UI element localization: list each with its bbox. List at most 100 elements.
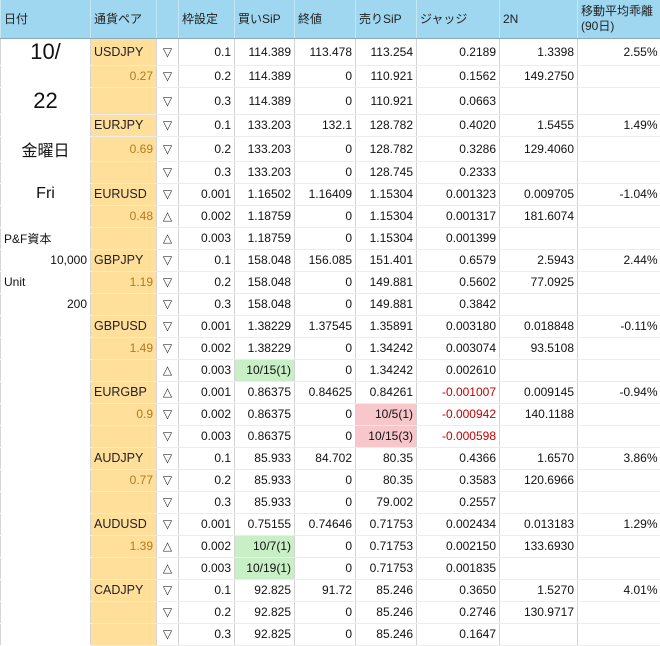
- frame-value[interactable]: 0.003: [179, 359, 235, 381]
- sell-sip-value[interactable]: 85.246: [356, 601, 417, 623]
- n2-value[interactable]: 0.018848: [500, 315, 578, 337]
- empty-cell[interactable]: [578, 403, 660, 425]
- sell-sip-value[interactable]: 128.782: [356, 114, 417, 136]
- unit-value[interactable]: 200: [1, 293, 91, 315]
- pair-cell[interactable]: [91, 491, 157, 513]
- close-value[interactable]: 0: [295, 293, 356, 315]
- buy-sip-value[interactable]: 1.38229: [235, 315, 295, 337]
- close-value[interactable]: 0.74646: [295, 513, 356, 535]
- date-spacer-2[interactable]: [1, 114, 91, 136]
- close-value[interactable]: 0: [295, 623, 356, 645]
- n2-value[interactable]: 0.009145: [500, 381, 578, 403]
- close-value[interactable]: 0: [295, 271, 356, 293]
- frame-value[interactable]: 0.3: [179, 491, 235, 513]
- triangle-down-icon[interactable]: ▽: [157, 403, 179, 425]
- empty-cell[interactable]: [1, 535, 91, 557]
- close-value[interactable]: 1.37545: [295, 315, 356, 337]
- buy-sip-value[interactable]: 0.86375: [235, 425, 295, 447]
- judge-value[interactable]: 0.2189: [417, 38, 500, 65]
- empty-cell[interactable]: [578, 425, 660, 447]
- pair-cell[interactable]: [91, 623, 157, 645]
- close-value[interactable]: 0: [295, 65, 356, 87]
- frame-value[interactable]: 0.3: [179, 623, 235, 645]
- close-value[interactable]: 84.702: [295, 447, 356, 469]
- frame-value[interactable]: 0.001: [179, 183, 235, 205]
- frame-value[interactable]: 0.003: [179, 557, 235, 579]
- pair-leverage[interactable]: 0.77: [91, 469, 157, 491]
- frame-value[interactable]: 0.3: [179, 87, 235, 114]
- pair-name[interactable]: GBPJPY: [91, 249, 157, 271]
- pair-cell[interactable]: [91, 161, 157, 183]
- buy-sip-value[interactable]: 92.825: [235, 579, 295, 601]
- empty-cell[interactable]: [578, 469, 660, 491]
- judge-value[interactable]: 0.001399: [417, 227, 500, 249]
- pair-leverage[interactable]: 0.69: [91, 136, 157, 161]
- judge-value[interactable]: 0.3583: [417, 469, 500, 491]
- triangle-up-icon[interactable]: △: [157, 535, 179, 557]
- empty-cell[interactable]: [578, 491, 660, 513]
- close-value[interactable]: 0: [295, 601, 356, 623]
- frame-value[interactable]: 0.002: [179, 337, 235, 359]
- pair-cell[interactable]: [91, 359, 157, 381]
- empty-cell[interactable]: [1, 359, 91, 381]
- frame-value[interactable]: 0.2: [179, 469, 235, 491]
- empty-cell[interactable]: [1, 623, 91, 645]
- sell-sip-value[interactable]: 0.71753: [356, 535, 417, 557]
- empty-cell[interactable]: [1, 601, 91, 623]
- pair-leverage[interactable]: 0.48: [91, 205, 157, 227]
- judge-value[interactable]: 0.001323: [417, 183, 500, 205]
- triangle-down-icon[interactable]: ▽: [157, 337, 179, 359]
- close-value[interactable]: 0: [295, 403, 356, 425]
- ma-deviation-value[interactable]: 3.86%: [578, 447, 660, 469]
- frame-value[interactable]: 0.2: [179, 271, 235, 293]
- triangle-down-icon[interactable]: ▽: [157, 579, 179, 601]
- triangle-down-icon[interactable]: ▽: [157, 65, 179, 87]
- triangle-down-icon[interactable]: ▽: [157, 315, 179, 337]
- sell-sip-value[interactable]: 149.881: [356, 293, 417, 315]
- triangle-down-icon[interactable]: ▽: [157, 114, 179, 136]
- buy-sip-value[interactable]: 114.389: [235, 65, 295, 87]
- pair-name[interactable]: GBPUSD: [91, 315, 157, 337]
- sell-sip-value[interactable]: 80.35: [356, 469, 417, 491]
- triangle-down-icon[interactable]: ▽: [157, 447, 179, 469]
- close-value[interactable]: 0.84625: [295, 381, 356, 403]
- judge-value[interactable]: 0.002610: [417, 359, 500, 381]
- n2-value[interactable]: 2.5943: [500, 249, 578, 271]
- close-value[interactable]: 113.478: [295, 38, 356, 65]
- judge-value[interactable]: -0.000942: [417, 403, 500, 425]
- empty-cell[interactable]: [578, 87, 660, 114]
- judge-value[interactable]: 0.5602: [417, 271, 500, 293]
- empty-cell[interactable]: [1, 513, 91, 535]
- frame-value[interactable]: 0.1: [179, 38, 235, 65]
- buy-sip-value[interactable]: 10/7(1): [235, 535, 295, 557]
- judge-value[interactable]: 0.4020: [417, 114, 500, 136]
- triangle-up-icon[interactable]: △: [157, 359, 179, 381]
- judge-value[interactable]: -0.000598: [417, 425, 500, 447]
- frame-value[interactable]: 0.002: [179, 205, 235, 227]
- close-value[interactable]: 0: [295, 425, 356, 447]
- buy-sip-value[interactable]: 1.38229: [235, 337, 295, 359]
- judge-value[interactable]: 0.3842: [417, 293, 500, 315]
- n2-value[interactable]: 1.6570: [500, 447, 578, 469]
- triangle-down-icon[interactable]: ▽: [157, 623, 179, 645]
- sell-sip-value[interactable]: 149.881: [356, 271, 417, 293]
- frame-value[interactable]: 0.1: [179, 579, 235, 601]
- sell-sip-value[interactable]: 0.71753: [356, 557, 417, 579]
- triangle-down-icon[interactable]: ▽: [157, 183, 179, 205]
- judge-value[interactable]: 0.2746: [417, 601, 500, 623]
- buy-sip-value[interactable]: 85.933: [235, 447, 295, 469]
- triangle-up-icon[interactable]: △: [157, 557, 179, 579]
- n2-value[interactable]: [500, 293, 578, 315]
- sell-sip-value[interactable]: 151.401: [356, 249, 417, 271]
- empty-cell[interactable]: [578, 136, 660, 161]
- n2-value[interactable]: 1.3398: [500, 38, 578, 65]
- pair-cell[interactable]: [91, 425, 157, 447]
- empty-cell[interactable]: [1, 557, 91, 579]
- empty-cell[interactable]: [1, 315, 91, 337]
- close-value[interactable]: 0: [295, 491, 356, 513]
- triangle-down-icon[interactable]: ▽: [157, 249, 179, 271]
- n2-value[interactable]: 1.5455: [500, 114, 578, 136]
- empty-cell[interactable]: [1, 469, 91, 491]
- n2-value[interactable]: [500, 359, 578, 381]
- date-month[interactable]: 10/: [1, 38, 91, 65]
